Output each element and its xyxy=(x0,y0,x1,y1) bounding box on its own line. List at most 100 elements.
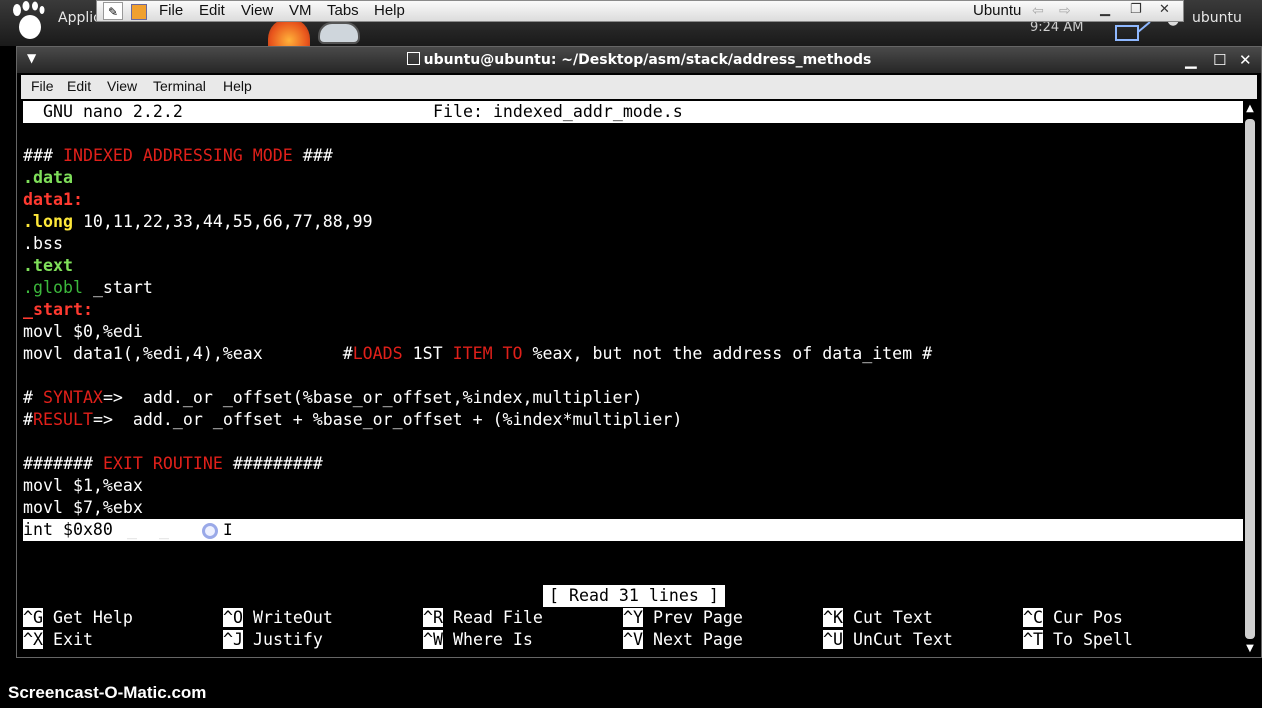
shortcut-label: Exit xyxy=(42,630,93,649)
user-menu[interactable]: ubuntu xyxy=(1192,10,1242,26)
shortcut-item[interactable]: ^C Cur Pos xyxy=(1023,607,1123,629)
shortcut-label: Read File xyxy=(442,608,543,627)
forward-arrow-icon[interactable]: ⇨ xyxy=(1059,3,1071,19)
shortcut-item[interactable]: ^O WriteOut xyxy=(223,607,333,629)
minimize-icon[interactable]: ▁ xyxy=(1185,51,1197,69)
terminal-titlebar[interactable]: ▼ ubuntu@ubuntu: ~/Desktop/asm/stack/add… xyxy=(17,47,1261,73)
code-line[interactable]: movl data1(,%edi,4),%eax #LOADS 1ST ITEM… xyxy=(23,343,932,365)
shortcut-key: ^W xyxy=(423,630,443,649)
nano-version: GNU nano 2.2.2 xyxy=(23,102,183,121)
shortcut-item[interactable]: ^K Cut Text xyxy=(823,607,933,629)
maximize-icon[interactable]: ☐ xyxy=(1213,51,1226,69)
code-token: _start: xyxy=(23,300,93,319)
vm-menu-file[interactable]: File xyxy=(159,2,183,19)
shortcut-key: ^R xyxy=(423,608,443,627)
shortcut-label: Cut Text xyxy=(842,608,933,627)
mouse-click-indicator xyxy=(202,523,218,539)
terminal-menubar: File Edit View Terminal Help xyxy=(21,75,1257,99)
shortcut-item[interactable]: ^V Next Page xyxy=(623,629,743,651)
shortcut-item[interactable]: ^U UnCut Text xyxy=(823,629,953,651)
code-line[interactable]: _start: xyxy=(23,299,93,321)
close-icon[interactable]: ✕ xyxy=(1239,51,1252,69)
code-line[interactable]: .data xyxy=(23,167,73,189)
vm-menu-vm[interactable]: VM xyxy=(289,2,312,19)
shortcut-key: ^G xyxy=(23,608,43,627)
shortcut-item[interactable]: ^G Get Help xyxy=(23,607,133,629)
code-token: data1: xyxy=(23,190,83,209)
close-icon[interactable]: ✕ xyxy=(1159,2,1170,17)
code-line[interactable]: .bss xyxy=(23,233,63,255)
code-token: movl $7,%ebx xyxy=(23,498,143,517)
back-arrow-icon[interactable]: ⇦ xyxy=(1032,3,1044,19)
code-token: INDEXED ADDRESSING MODE xyxy=(62,146,293,165)
code-token: _start xyxy=(82,278,153,297)
shortcut-item[interactable]: ^X Exit xyxy=(23,629,93,651)
shortcut-label: To Spell xyxy=(1042,630,1133,649)
code-line[interactable]: .globl _start xyxy=(23,277,153,299)
scroll-down-arrow-icon[interactable]: ▼ xyxy=(1243,641,1257,657)
terminal-title: ubuntu@ubuntu: ~/Desktop/asm/stack/addre… xyxy=(17,52,1261,68)
code-line[interactable]: data1: xyxy=(23,189,83,211)
terminal-menu-help[interactable]: Help xyxy=(223,78,252,94)
code-line[interactable]: .text xyxy=(23,255,73,277)
firefox-icon[interactable] xyxy=(268,18,310,46)
scrollbar-thumb[interactable] xyxy=(1245,119,1255,639)
code-token: .text xyxy=(23,256,73,275)
shortcut-item[interactable]: ^W Where Is xyxy=(423,629,533,651)
shortcut-label: Get Help xyxy=(42,608,133,627)
shortcut-label: Cur Pos xyxy=(1042,608,1123,627)
shortcut-item[interactable]: ^T To Spell xyxy=(1023,629,1133,651)
faint-mark: _ xyxy=(159,520,169,539)
code-line[interactable]: .long 10,11,22,33,44,55,66,77,88,99 xyxy=(23,211,373,233)
shortcut-key: ^Y xyxy=(623,608,643,627)
clock[interactable]: 9:24 AM xyxy=(1030,20,1083,35)
scroll-up-arrow-icon[interactable]: ▲ xyxy=(1243,101,1257,117)
shortcut-key: ^V xyxy=(623,630,643,649)
code-token: ITEM TO xyxy=(452,344,523,363)
terminal-menu-terminal[interactable]: Terminal xyxy=(153,78,206,94)
terminal-title-text: ubuntu@ubuntu: ~/Desktop/asm/stack/addre… xyxy=(423,52,872,68)
code-token: SYNTAX xyxy=(42,388,103,407)
scrollbar[interactable]: ▲ ▼ xyxy=(1243,101,1257,657)
shortcut-key: ^T xyxy=(1023,630,1043,649)
current-line-text[interactable]: int $0x80 xyxy=(23,519,113,541)
vm-menu-view[interactable]: View xyxy=(241,2,273,19)
vm-menu-tabs[interactable]: Tabs xyxy=(327,2,359,19)
vm-menu-edit[interactable]: Edit xyxy=(199,2,225,19)
watermark: Screencast-O-Matic.com xyxy=(8,683,207,702)
code-line[interactable]: # SYNTAX=> add._or _offset(%base_or_offs… xyxy=(23,387,642,409)
gnome-foot-icon[interactable] xyxy=(8,0,50,40)
network-icon[interactable] xyxy=(1112,20,1152,42)
shortcut-label: Prev Page xyxy=(642,608,743,627)
code-token: 1ST xyxy=(402,344,453,363)
code-token: LOADS xyxy=(352,344,403,363)
shortcut-item[interactable]: ^R Read File xyxy=(423,607,543,629)
mail-client-icon[interactable] xyxy=(318,22,360,44)
code-line[interactable]: #RESULT=> add._or _offset + %base_or_off… xyxy=(23,409,682,431)
code-line[interactable]: movl $1,%eax xyxy=(23,475,143,497)
code-token: => add._or _offset(%base_or_offset,%inde… xyxy=(102,388,643,407)
applications-menu[interactable]: Applic xyxy=(58,10,101,26)
code-token: movl $1,%eax xyxy=(23,476,143,495)
shortcut-item[interactable]: ^Y Prev Page xyxy=(623,607,743,629)
restore-icon[interactable]: ❐ xyxy=(1130,2,1142,17)
terminal-menu-edit[interactable]: Edit xyxy=(67,78,91,94)
shortcut-label: Next Page xyxy=(642,630,743,649)
vm-menu-help[interactable]: Help xyxy=(374,2,405,19)
vm-menubar: ✎ File Edit View VM Tabs Help Ubuntu ⇦ ⇨… xyxy=(96,0,1184,22)
code-token: %eax, but not the address of data_item # xyxy=(522,344,933,363)
vm-app-icon xyxy=(131,4,147,20)
terminal-menu-file[interactable]: File xyxy=(31,78,54,94)
minimize-icon[interactable]: ▁ xyxy=(1100,2,1110,17)
terminal-menu-view[interactable]: View xyxy=(107,78,137,94)
code-line[interactable]: ####### EXIT ROUTINE ######### xyxy=(23,453,323,475)
nano-header: GNU nano 2.2.2 File: indexed_addr_mode.s xyxy=(23,101,1243,123)
shortcut-key: ^X xyxy=(23,630,43,649)
shortcut-item[interactable]: ^J Justify xyxy=(223,629,323,651)
code-line[interactable]: ### INDEXED ADDRESSING MODE ### xyxy=(23,145,333,167)
nano-editor[interactable]: GNU nano 2.2.2 File: indexed_addr_mode.s… xyxy=(23,101,1243,657)
code-line[interactable]: movl $7,%ebx xyxy=(23,497,143,519)
code-token: ######### xyxy=(222,454,323,473)
code-line[interactable]: movl $0,%edi xyxy=(23,321,143,343)
pin-icon[interactable]: ✎ xyxy=(103,2,123,20)
